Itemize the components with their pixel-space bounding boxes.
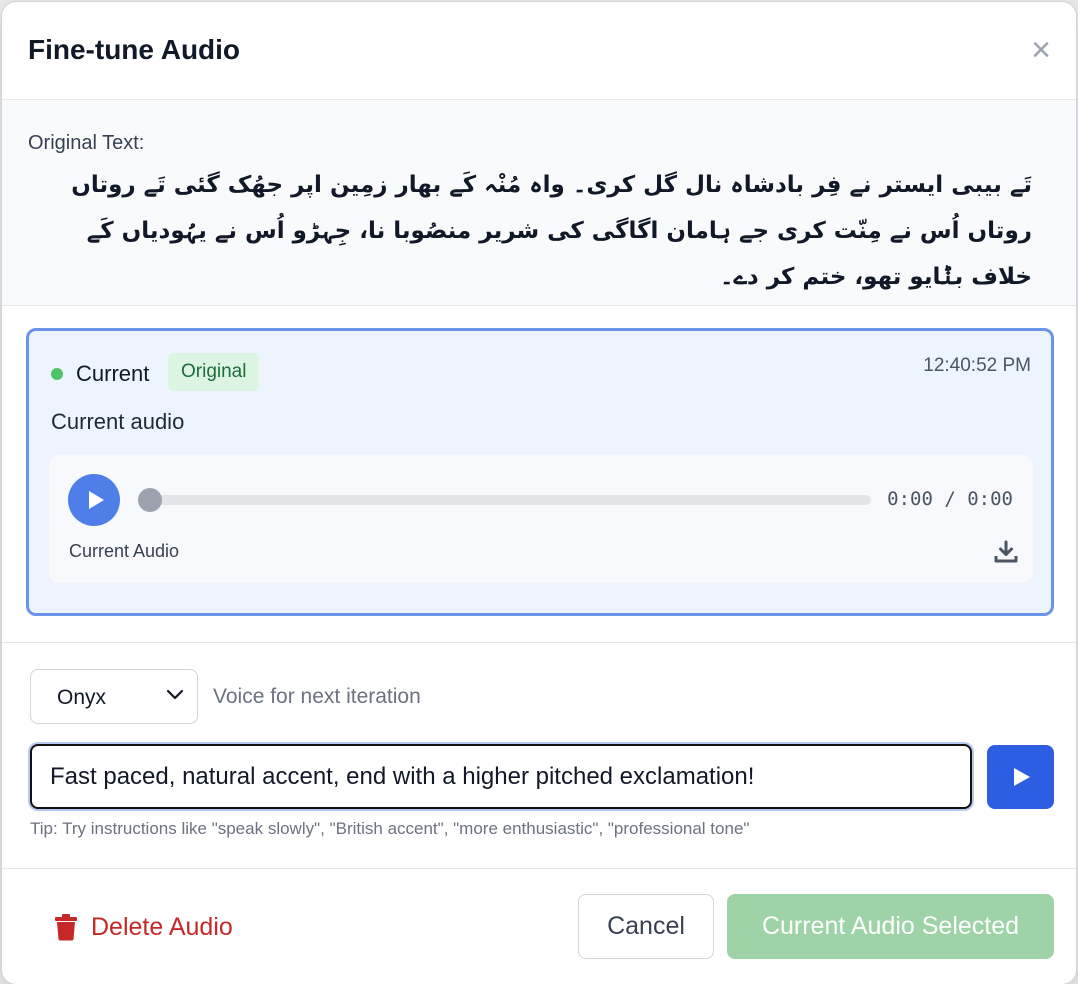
original-text-label: Original Text: [28,132,145,154]
original-badge: Original [168,353,260,391]
play-icon[interactable] [68,474,120,526]
delete-audio-label: Delete Audio [91,912,233,941]
dialog-title: Fine-tune Audio [28,34,241,65]
trash-icon [55,914,77,941]
audio-player: 0:00 / 0:00 Current Audio [49,455,1033,583]
voice-select[interactable]: Onyx [30,669,198,724]
fine-tune-dialog: Fine-tune Audio × Original Text: تَے بیب… [2,2,1076,984]
voice-hint: Voice for next iteration [213,685,421,708]
current-audio-card[interactable]: Current Original 12:40:52 PM Current aud… [26,328,1054,616]
current-description: Current audio [51,409,185,434]
seek-thumb[interactable] [138,488,162,512]
dialog-header: Fine-tune Audio × [2,2,1076,100]
delete-audio-button[interactable]: Delete Audio [54,907,233,947]
time-readout: 0:00 / 0:00 [887,488,1013,510]
instructions-input[interactable] [30,744,972,809]
seek-track[interactable] [143,495,871,505]
voice-select-value: Onyx [57,686,107,709]
audio-label: Current Audio [69,541,180,561]
chevron-down-icon [166,689,184,700]
close-icon[interactable]: × [1026,33,1056,67]
tip-text: Tip: Try instructions like "speak slowly… [30,819,750,838]
generate-button[interactable] [987,745,1054,809]
current-audio-selected-button[interactable]: Current Audio Selected [727,894,1054,959]
status-dot-icon [51,368,63,380]
cancel-button[interactable]: Cancel [578,894,714,959]
section-divider [2,642,1076,643]
download-icon[interactable] [993,539,1019,565]
timestamp: 12:40:52 PM [923,355,1031,376]
original-text-content: تَے بیبی ایستر نے فِر بادشاہ نال گل کری۔… [71,172,1032,290]
current-label: Current [76,361,150,386]
footer-divider [2,868,1076,869]
original-text-section: Original Text: تَے بیبی ایستر نے فِر باد… [2,100,1076,306]
